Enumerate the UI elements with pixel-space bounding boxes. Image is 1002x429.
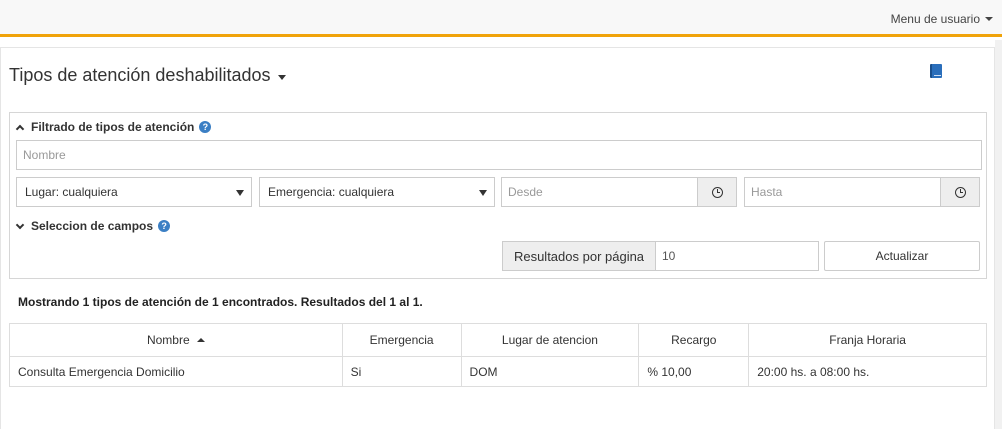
table-row[interactable]: Consulta Emergencia Domicilio Si DOM % 1… [9, 356, 987, 387]
emergencia-select-value: Emergencia: cualquiera [268, 185, 395, 199]
filter-heading: Filtrado de tipos de atención [31, 120, 195, 134]
help-icon[interactable]: ? [158, 220, 171, 232]
caret-down-icon [277, 74, 286, 80]
column-header-emergencia[interactable]: Emergencia [341, 323, 462, 357]
clock-icon [711, 186, 723, 198]
cell-recargo: % 10,00 [638, 356, 750, 387]
dropdown-arrow-icon [479, 190, 487, 196]
nombre-input[interactable] [16, 140, 982, 170]
column-header-nombre[interactable]: Nombre [9, 323, 343, 357]
hasta-time-button[interactable] [940, 177, 980, 207]
fields-heading: Seleccion de campos [31, 219, 154, 233]
caret-down-icon [985, 17, 993, 21]
book-icon[interactable] [930, 64, 942, 78]
column-header-franja[interactable]: Franja Horaria [748, 323, 987, 357]
clock-icon [954, 186, 966, 198]
filter-section-toggle[interactable]: Filtrado de tipos de atención ? [15, 120, 212, 134]
page-title-dropdown[interactable]: Tipos de atención deshabilitados [9, 65, 286, 86]
results-per-page-label: Resultados por página [502, 241, 656, 271]
desde-input[interactable] [501, 177, 698, 207]
update-button[interactable]: Actualizar [824, 241, 980, 271]
dropdown-arrow-icon [236, 190, 244, 196]
lugar-select[interactable]: Lugar: cualquiera [16, 177, 252, 207]
column-header-recargo[interactable]: Recargo [638, 323, 750, 357]
cell-emergencia: Si [341, 356, 462, 387]
filter-panel: Filtrado de tipos de atención ? Lugar: c… [9, 112, 987, 279]
results-table: Nombre Emergencia Lugar de atencion Reca… [9, 323, 987, 387]
results-per-page-input[interactable] [655, 241, 819, 271]
cell-lugar: DOM [460, 356, 640, 387]
user-menu-dropdown[interactable]: Menu de usuario [891, 12, 993, 26]
chevron-down-icon [15, 220, 25, 229]
column-header-lugar[interactable]: Lugar de atencion [460, 323, 640, 357]
emergencia-select[interactable]: Emergencia: cualquiera [259, 177, 495, 207]
table-header-row: Nombre Emergencia Lugar de atencion Reca… [9, 323, 987, 357]
cell-nombre: Consulta Emergencia Domicilio [9, 356, 343, 387]
desde-time-button[interactable] [697, 177, 737, 207]
top-navbar: Menu de usuario [0, 0, 1002, 37]
sort-ascending-icon [196, 338, 205, 342]
user-menu-label: Menu de usuario [890, 12, 980, 26]
results-summary: Mostrando 1 tipos de atención de 1 encon… [18, 295, 423, 309]
lugar-select-value: Lugar: cualquiera [25, 185, 118, 199]
page-title: Tipos de atención deshabilitados [9, 65, 271, 85]
fields-section-toggle[interactable]: Seleccion de campos ? [15, 219, 171, 233]
scrollbar[interactable] [995, 40, 1002, 429]
main-content: Tipos de atención deshabilitados Filtrad… [0, 47, 995, 429]
help-icon[interactable]: ? [199, 121, 212, 133]
chevron-up-icon [15, 124, 25, 133]
cell-franja: 20:00 hs. a 08:00 hs. [748, 356, 987, 387]
column-header-label: Nombre [146, 333, 190, 347]
hasta-input[interactable] [744, 177, 941, 207]
